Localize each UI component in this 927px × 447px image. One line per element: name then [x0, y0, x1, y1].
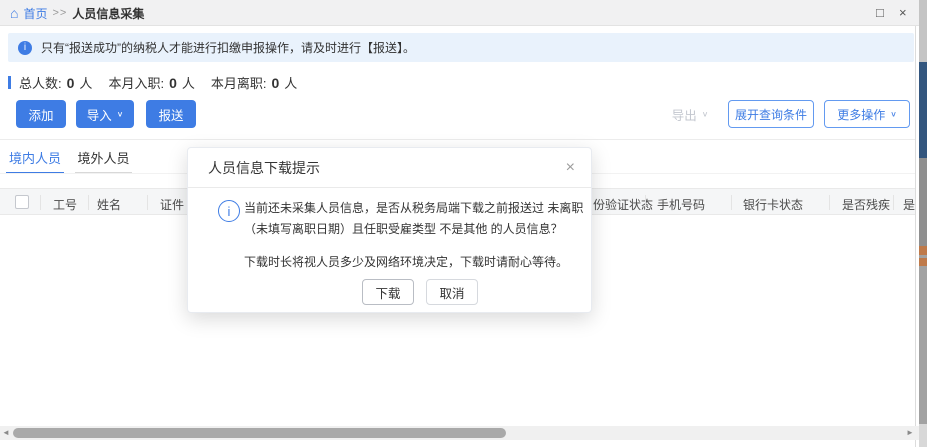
stat-left-unit: 人: [284, 73, 297, 92]
chevron-down-icon: ∨: [702, 110, 709, 118]
background-window-scrollbar: [919, 0, 927, 447]
column-header-name: 姓名: [97, 196, 121, 213]
add-button-label: 添加: [28, 105, 53, 124]
download-button[interactable]: 下载: [362, 279, 414, 305]
strip-segment: [919, 258, 927, 266]
expand-query-button[interactable]: 展开查询条件: [728, 100, 814, 128]
column-header-identity-verify-status: 份验证状态: [593, 196, 653, 213]
column-header-phone: 手机号码: [657, 196, 705, 213]
expand-query-label: 展开查询条件: [735, 106, 807, 123]
column-separator: [40, 195, 41, 210]
strip-segment: [919, 158, 927, 246]
strip-segment: [919, 424, 927, 447]
panel-right-border: [915, 26, 916, 447]
strip-segment: [919, 62, 927, 158]
home-icon: ⌂: [10, 6, 18, 20]
stat-joined-value: 0: [169, 75, 177, 91]
stat-total-value: 0: [67, 75, 75, 91]
dialog-header: 人员信息下载提示 ×: [188, 148, 591, 188]
breadcrumb-separator: >>: [52, 7, 67, 19]
title-bar: ⌂ 首页 >> 人员信息采集 □ ×: [0, 0, 927, 26]
scroll-right-arrow-icon[interactable]: ►: [906, 426, 914, 440]
more-actions-button[interactable]: 更多操作 ∨: [824, 100, 910, 128]
column-separator: [731, 195, 732, 210]
column-separator: [88, 195, 89, 210]
stat-joined: 本月入职: 0人: [108, 73, 194, 92]
breadcrumb: ⌂ 首页 >> 人员信息采集: [10, 0, 144, 26]
stats-bar: 总人数:0人 本月入职:0人 本月离职:0人: [8, 73, 313, 91]
stat-total: 总人数: 0人: [19, 73, 92, 92]
stat-joined-unit: 人: [182, 73, 195, 92]
dialog-info-icon: i: [218, 200, 240, 222]
dialog-message: 当前还未采集人员信息，是否从税务局端下载之前报送过 未离职 （未填写离职日期）且…: [244, 198, 583, 240]
column-separator: [829, 195, 830, 210]
toolbar-divider: [0, 139, 915, 140]
chevron-down-icon: ∨: [117, 110, 124, 118]
info-icon: i: [18, 41, 32, 55]
submit-button-label: 报送: [158, 105, 183, 124]
cancel-button[interactable]: 取消: [426, 279, 478, 305]
chevron-down-icon: ∨: [890, 110, 897, 118]
info-banner: i 只有“报送成功”的纳税人才能进行扣缴申报操作，请及时进行【报送】。: [8, 33, 914, 62]
column-header-disabled: 是否残疾: [842, 196, 890, 213]
column-header-id-type: 证件: [160, 196, 184, 213]
column-separator: [147, 195, 148, 210]
download-prompt-dialog: 人员信息下载提示 × i 当前还未采集人员信息，是否从税务局端下载之前报送过 未…: [187, 147, 592, 313]
stat-left-label: 本月离职:: [211, 73, 267, 92]
dialog-close-icon[interactable]: ×: [566, 148, 575, 188]
app-window: ⌂ 首页 >> 人员信息采集 □ × i 只有“报送成功”的纳税人才能进行扣缴申…: [0, 0, 927, 447]
column-separator: [893, 195, 894, 210]
breadcrumb-current: 人员信息采集: [72, 5, 144, 22]
dialog-title: 人员信息下载提示: [208, 148, 320, 188]
select-all-checkbox[interactable]: [15, 195, 29, 209]
column-separator: [645, 195, 646, 210]
export-button[interactable]: 导出 ∨: [668, 100, 712, 128]
stat-left-value: 0: [272, 75, 280, 91]
more-actions-label: 更多操作: [837, 106, 885, 123]
import-button[interactable]: 导入 ∨: [76, 100, 134, 128]
export-button-label: 导出: [672, 105, 697, 124]
horizontal-scrollbar[interactable]: ◄ ►: [0, 426, 919, 440]
stat-total-label: 总人数:: [19, 73, 62, 92]
column-header-truncated: 是: [903, 196, 915, 213]
horizontal-scrollbar-thumb[interactable]: [13, 428, 506, 438]
banner-text: 只有“报送成功”的纳税人才能进行扣缴申报操作，请及时进行【报送】。: [41, 39, 415, 56]
tab-domestic-personnel[interactable]: 境内人员: [6, 148, 64, 174]
column-header-employee-id: 工号: [53, 196, 77, 213]
stat-left: 本月离职: 0人: [211, 73, 297, 92]
column-header-bankcard-status: 银行卡状态: [743, 196, 803, 213]
breadcrumb-home[interactable]: 首页: [23, 5, 47, 22]
stats-accent-bar: [8, 76, 11, 89]
import-button-label: 导入: [87, 105, 112, 124]
strip-segment: [919, 0, 927, 62]
add-button[interactable]: 添加: [16, 100, 66, 128]
submit-button[interactable]: 报送: [146, 100, 196, 128]
tab-overseas-personnel[interactable]: 境外人员: [75, 148, 132, 174]
strip-segment: [919, 246, 927, 255]
close-window-button[interactable]: ×: [899, 0, 907, 26]
stat-total-unit: 人: [79, 73, 92, 92]
maximize-button[interactable]: □: [876, 0, 884, 26]
dialog-note: 下载时长将视人员多少及网络环境决定，下载时请耐心等待。: [244, 253, 568, 270]
stat-joined-label: 本月入职:: [108, 73, 164, 92]
scroll-left-arrow-icon[interactable]: ◄: [2, 426, 10, 440]
